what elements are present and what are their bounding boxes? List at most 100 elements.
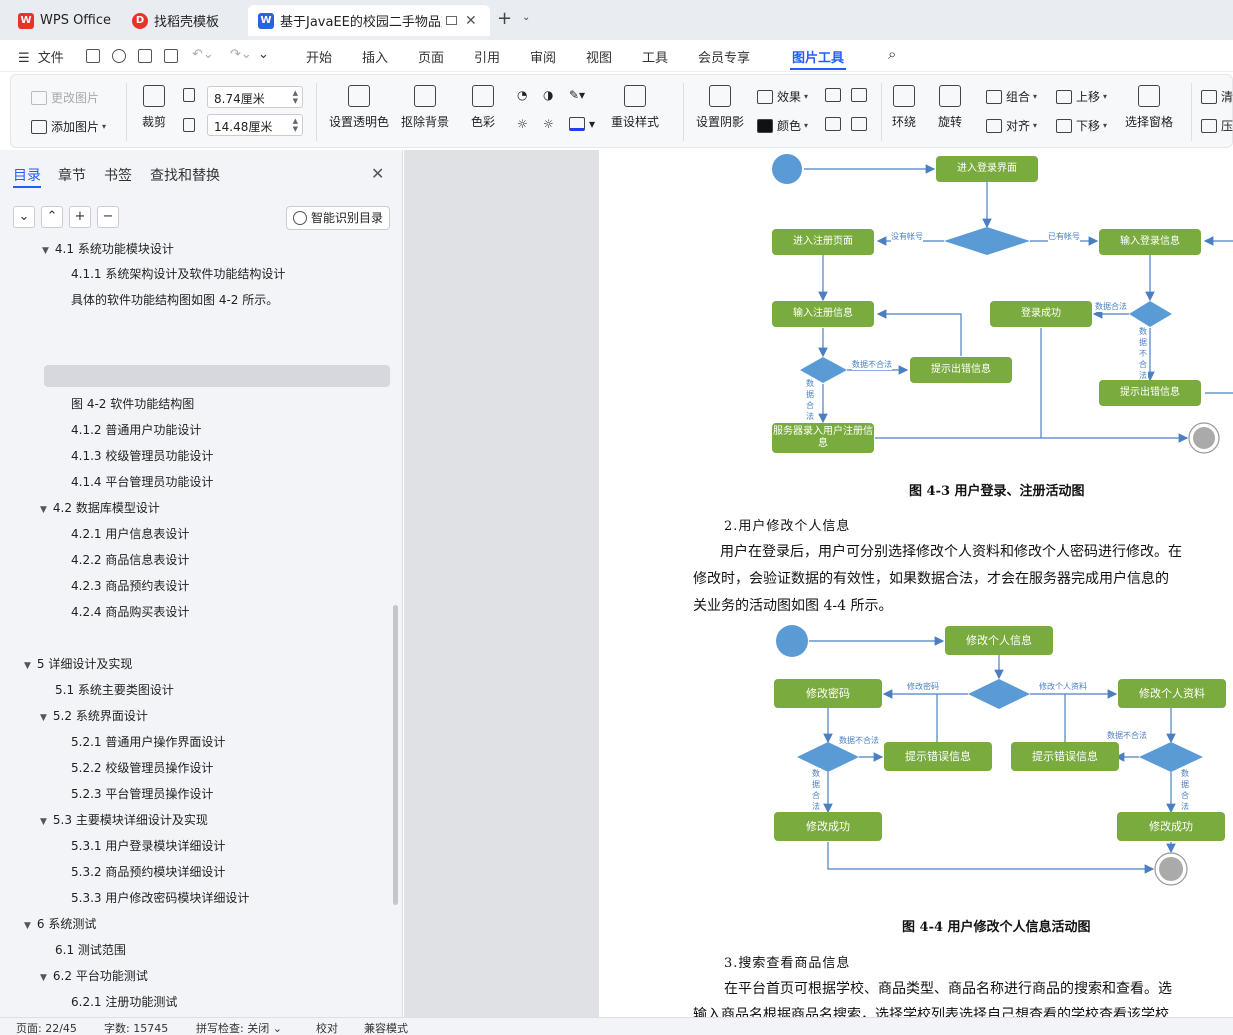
toc-item-highlighted[interactable] <box>44 365 390 387</box>
crop-button[interactable]: 裁剪 <box>142 85 166 130</box>
login-register-activity-diagram[interactable] <box>599 150 1233 480</box>
search-icon[interactable]: ⌕ <box>888 45 896 63</box>
word-count[interactable]: 字数: 15745 <box>104 1020 168 1035</box>
expand-triangle-icon[interactable]: ▼ <box>24 921 31 931</box>
toc-item[interactable]: ▼ 6.2 平台功能测试 <box>40 967 148 984</box>
menu-page[interactable]: 页面 <box>418 47 444 66</box>
page-count[interactable]: 页面: 22/45 <box>16 1020 77 1035</box>
toc-item[interactable]: 4.1.3 校级管理员功能设计 <box>71 447 213 464</box>
toc-item[interactable]: ▼ 5.2 系统界面设计 <box>40 707 148 724</box>
node-modify-success[interactable]: 修改成功 <box>774 812 882 841</box>
shadow-left-icon[interactable] <box>825 117 845 131</box>
color-button[interactable]: 色彩 <box>471 85 495 130</box>
toc-item[interactable]: 4.1.1 系统架构设计及软件功能结构设计 <box>71 265 285 282</box>
rotate-button[interactable]: 旋转 <box>938 85 962 130</box>
contrast-down-icon[interactable]: ☼ <box>543 117 554 131</box>
share-icon[interactable] <box>112 49 126 63</box>
monitor-icon[interactable] <box>446 16 457 25</box>
set-transparent-button[interactable]: 设置透明色 <box>329 85 389 130</box>
border-color-icon[interactable]: ▾ <box>569 117 595 131</box>
tab-bookmarks[interactable]: 书签 <box>104 165 132 185</box>
toc-item[interactable]: 5.2.3 平台管理员操作设计 <box>71 785 213 802</box>
move-down-button[interactable]: 下移 ▾ <box>1056 117 1107 134</box>
expand-triangle-icon[interactable]: ▼ <box>42 246 49 256</box>
expand-triangle-icon[interactable]: ▼ <box>40 713 47 723</box>
highlight-color-icon[interactable]: ✎▾ <box>569 88 585 102</box>
clear-button[interactable]: 清 <box>1201 88 1233 105</box>
shadow-button[interactable]: 设置阴影 <box>696 85 744 130</box>
menu-review[interactable]: 审阅 <box>530 47 556 66</box>
toc-item[interactable]: 5.1 系统主要类图设计 <box>55 681 174 698</box>
node-error-tip[interactable]: 提示出错信息 <box>1099 380 1201 406</box>
remove-background-button[interactable]: 抠除背景 <box>401 85 449 130</box>
toc-item[interactable]: 5.3.1 用户登录模块详细设计 <box>71 837 225 854</box>
toc-item[interactable]: 4.2.1 用户信息表设计 <box>71 525 189 542</box>
collapse-up-icon[interactable]: ⌃ <box>41 206 63 228</box>
chevron-down-icon[interactable]: ⌄ <box>258 47 269 62</box>
toc-item[interactable]: 4.2.4 商品购买表设计 <box>71 603 189 620</box>
toc-item[interactable]: ▼ 4.2 数据库模型设计 <box>40 499 160 516</box>
toc-item[interactable]: ▼ 6 系统测试 <box>24 915 96 932</box>
redo-icon[interactable]: ↷⌄ <box>230 47 252 62</box>
node-error-tip[interactable]: 提示出错信息 <box>910 357 1012 383</box>
align-button[interactable]: 对齐 ▾ <box>986 117 1037 134</box>
tab-wps-office[interactable]: W WPS Office <box>8 5 118 36</box>
width-input[interactable]: 8.74厘米 ▲ ▼ <box>207 86 303 108</box>
node-enter-register[interactable]: 进入注册页面 <box>772 229 874 255</box>
change-image-button[interactable]: 更改图片 <box>31 89 99 106</box>
shadow-up-icon[interactable] <box>825 88 845 102</box>
add-heading-icon[interactable]: + <box>69 206 91 228</box>
node-input-login[interactable]: 输入登录信息 <box>1099 229 1201 255</box>
shadow-down-icon[interactable] <box>851 88 871 102</box>
toc-item[interactable]: ▼ 4.1 系统功能模块设计 <box>42 240 174 257</box>
close-icon[interactable]: ✕ <box>465 13 477 29</box>
tab-toc[interactable]: 目录 <box>13 165 41 185</box>
toc-item[interactable]: 5.2.2 校级管理员操作设计 <box>71 759 213 776</box>
smart-toc-button[interactable]: 智能识别目录 <box>286 206 391 230</box>
expand-triangle-icon[interactable]: ▼ <box>24 661 31 671</box>
close-icon[interactable]: ✕ <box>371 164 384 183</box>
toc-item[interactable]: 5.3.2 商品预约模块详细设计 <box>71 863 225 880</box>
spell-check[interactable]: 拼写检查: 关闭 ⌄ <box>196 1020 282 1035</box>
tab-docer[interactable]: D 找稻壳模板 <box>122 5 242 36</box>
toc-item[interactable]: 4.2.2 商品信息表设计 <box>71 551 189 568</box>
tab-find-replace[interactable]: 查找和替换 <box>150 165 220 185</box>
toc-item[interactable]: ▼ 5 详细设计及实现 <box>24 655 132 672</box>
toc-item[interactable]: 6.1 测试范围 <box>55 941 126 958</box>
menu-member[interactable]: 会员专享 <box>698 47 750 66</box>
proofread[interactable]: 校对 <box>316 1020 338 1035</box>
chevron-down-icon[interactable]: ⌄ <box>522 12 530 23</box>
brightness-up-icon[interactable]: ◔ <box>517 88 527 102</box>
node-modify-password[interactable]: 修改密码 <box>774 679 882 708</box>
tab-chapters[interactable]: 章节 <box>58 165 86 185</box>
stepper-icon[interactable]: ▲ ▼ <box>293 117 298 133</box>
save-icon[interactable] <box>86 49 100 63</box>
shadow-right-icon[interactable] <box>851 117 871 131</box>
menu-tools[interactable]: 工具 <box>642 47 668 66</box>
node-enter-login[interactable]: 进入登录界面 <box>936 156 1038 182</box>
toc-item[interactable]: 图 4-2 软件功能结构图 <box>71 395 194 412</box>
node-modify-success[interactable]: 修改成功 <box>1117 812 1225 841</box>
menu-file[interactable]: ☰ 文件 <box>18 47 64 66</box>
toc-item[interactable]: 6.2.1 注册功能测试 <box>71 993 177 1010</box>
menu-reference[interactable]: 引用 <box>474 47 500 66</box>
print-icon[interactable] <box>138 49 152 63</box>
node-input-register[interactable]: 输入注册信息 <box>772 301 874 327</box>
menu-picture-tools[interactable]: 图片工具 <box>792 47 844 66</box>
add-image-button[interactable]: 添加图片 ▾ <box>31 118 106 135</box>
reset-style-button[interactable]: 重设样式 <box>611 85 659 130</box>
menu-view[interactable]: 视图 <box>586 47 612 66</box>
expand-triangle-icon[interactable]: ▼ <box>40 973 47 983</box>
brightness-icon[interactable]: ☼ <box>517 117 528 131</box>
compress-button[interactable]: 压 <box>1201 117 1233 134</box>
expand-triangle-icon[interactable]: ▼ <box>40 505 47 515</box>
print-preview-icon[interactable] <box>164 49 178 63</box>
remove-heading-icon[interactable]: − <box>97 206 119 228</box>
toc-item[interactable]: 4.1.2 普通用户功能设计 <box>71 421 201 438</box>
move-up-button[interactable]: 上移 ▾ <box>1056 88 1107 105</box>
node-login-success[interactable]: 登录成功 <box>990 301 1092 327</box>
toc-item[interactable]: ▼ 5.3 主要模块详细设计及实现 <box>40 811 208 828</box>
toc-item[interactable]: 5.3.3 用户修改密码模块详细设计 <box>71 889 249 906</box>
height-input[interactable]: 14.48厘米 ▲ ▼ <box>207 114 303 136</box>
undo-icon[interactable]: ↶⌄ <box>192 47 214 62</box>
